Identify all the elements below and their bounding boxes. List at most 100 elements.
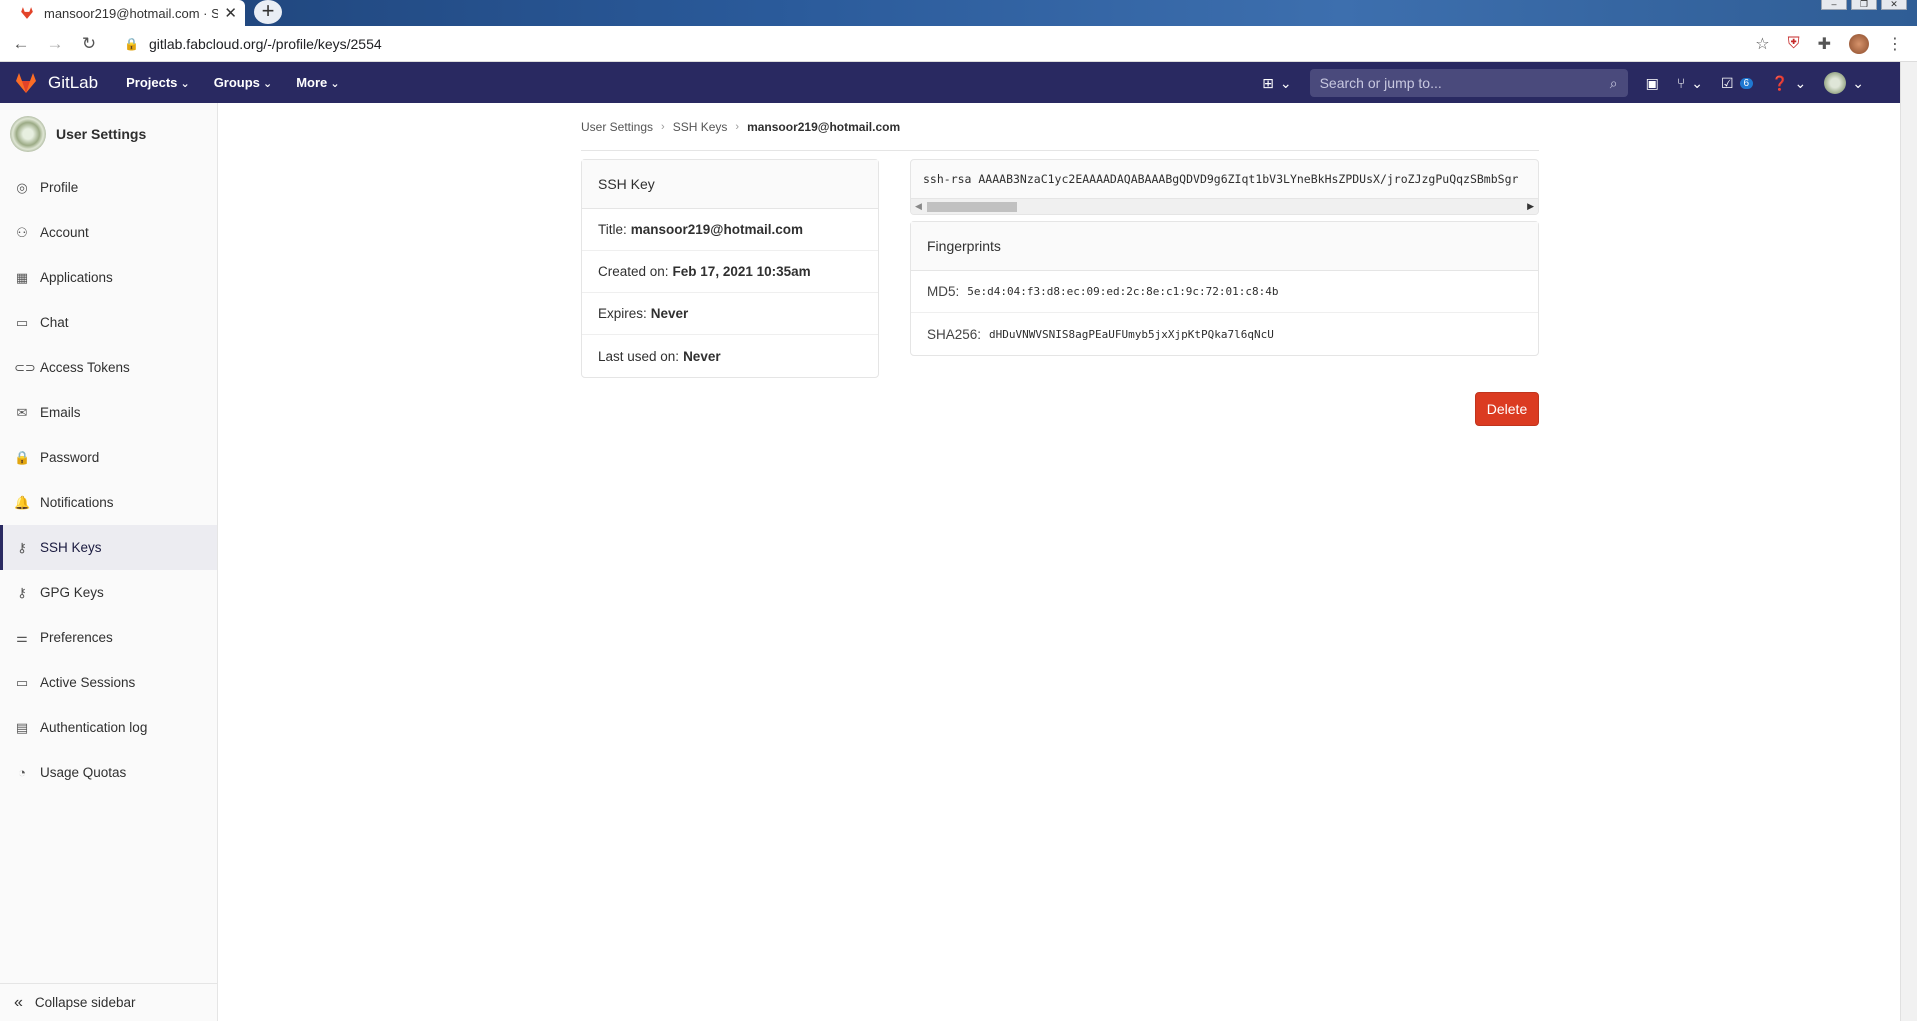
last-used-value: Never — [683, 348, 721, 364]
new-tab-button[interactable]: + — [254, 0, 282, 24]
profile-icon: ◎ — [16, 179, 28, 195]
help-dropdown[interactable]: ❓ ⌄ — [1771, 75, 1806, 92]
tab-title: mansoor219@hotmail.com · SSH — [44, 5, 219, 21]
groups-menu[interactable]: Groups — [214, 75, 273, 90]
sidebar-item-authentication-log[interactable]: ▤ Authentication log — [0, 705, 217, 750]
sidebar-item-chat[interactable]: ▭ Chat — [0, 300, 217, 345]
issues-icon[interactable]: ▣ — [1646, 75, 1659, 92]
sidebar-item-emails[interactable]: ✉ Emails — [0, 390, 217, 435]
projects-menu[interactable]: Projects — [126, 75, 190, 90]
lock-icon: 🔒 — [14, 449, 31, 465]
more-menu[interactable]: More — [296, 75, 339, 90]
tab-close-icon[interactable]: ✕ — [224, 4, 237, 22]
key-icon: ⚷ — [17, 539, 27, 555]
sidebar-item-label: Notifications — [40, 495, 114, 510]
sidebar-item-preferences[interactable]: ⚌ Preferences — [0, 615, 217, 660]
sidebar-item-label: Chat — [40, 315, 69, 330]
scrollbar-thumb[interactable] — [927, 202, 1017, 212]
sidebar-item-label: Access Tokens — [40, 360, 130, 375]
maximize-button[interactable]: ❐ — [1851, 0, 1877, 10]
bell-icon: 🔔 — [14, 494, 31, 510]
chevron-down-icon: ⌄ — [1279, 74, 1292, 91]
expires-label: Expires: — [598, 306, 647, 321]
sidebar-item-label: GPG Keys — [40, 585, 104, 600]
plus-square-icon: ⊞ — [1262, 74, 1274, 91]
md5-value: 5e:d4:04:f3:d8:ec:09:ed:2c:8e:c1:9c:72:0… — [967, 285, 1279, 298]
sidebar-item-label: Active Sessions — [40, 675, 136, 690]
created-label: Created on: — [598, 264, 669, 279]
sidebar-item-usage-quotas[interactable]: ◔ Usage Quotas — [0, 750, 217, 795]
delete-button[interactable]: Delete — [1475, 392, 1539, 426]
sidebar-item-applications[interactable]: ▦ Applications — [0, 255, 217, 300]
sidebar-item-gpg-keys[interactable]: ⚷ GPG Keys — [0, 570, 217, 615]
expires-row: Expires: Never — [582, 293, 878, 335]
todos-badge: 6 — [1739, 77, 1754, 89]
preferences-icon: ⚌ — [16, 629, 28, 645]
scroll-left-arrow-icon[interactable]: ◀ — [915, 201, 922, 212]
monitor-icon: ▭ — [15, 674, 29, 690]
close-window-button[interactable]: ✕ — [1881, 0, 1907, 10]
forward-arrow-icon[interactable]: → — [42, 34, 68, 54]
shield-extension-icon[interactable]: ⛨ — [1788, 35, 1800, 53]
gitlab-top-navbar: GitLab Projects Groups More ⊞⌄ Search or… — [0, 62, 1900, 103]
title-value: mansoor219@hotmail.com — [630, 222, 803, 237]
ssh-key-details-card: SSH Key Title: mansoor219@hotmail.com Cr… — [581, 159, 879, 378]
sidebar-item-password[interactable]: 🔒 Password — [0, 435, 217, 480]
merge-requests-dropdown[interactable]: ⑂ ⌄ — [1677, 75, 1703, 92]
md5-row: MD5: 5e:d4:04:f3:d8:ec:09:ed:2c:8e:c1:9c… — [911, 271, 1538, 313]
url-field[interactable]: 🔒 gitlab.fabcloud.org/-/profile/keys/255… — [124, 36, 382, 52]
navbar-right: ⊞ ⌄ Search or jump to... ⌕ ▣ ⑂ ⌄ ☑ 6 ❓ ⌄ ⌄ — [1262, 69, 1864, 97]
sidebar-item-label: Account — [40, 225, 89, 240]
title-label: Title: — [598, 222, 627, 237]
sidebar-item-label: Password — [40, 450, 100, 465]
page-scrollbar[interactable] — [1900, 62, 1917, 1021]
new-item-dropdown[interactable]: ⊞ ⌄ — [1262, 75, 1291, 92]
key-title-row: Title: mansoor219@hotmail.com — [582, 209, 878, 251]
breadcrumb: User Settings › SSH Keys › mansoor219@ho… — [581, 103, 1539, 151]
sidebar-item-profile[interactable]: ◎ Profile — [0, 165, 217, 210]
sidebar-item-active-sessions[interactable]: ▭ Active Sessions — [0, 660, 217, 705]
extensions-puzzle-icon[interactable]: ✚ — [1818, 34, 1831, 54]
double-chevron-left-icon: « — [14, 993, 23, 1011]
sidebar-item-label: Profile — [40, 180, 79, 195]
quota-icon: ◔ — [18, 765, 26, 780]
sidebar-item-label: Authentication log — [40, 720, 148, 735]
search-icon: ⌕ — [1609, 74, 1618, 91]
minimize-button[interactable]: – — [1821, 0, 1847, 10]
top-menu: Projects Groups More — [126, 75, 339, 90]
sidebar-item-ssh-keys[interactable]: ⚷ SSH Keys — [0, 525, 217, 570]
gitlab-logo[interactable]: GitLab — [14, 72, 98, 94]
card-header: Fingerprints — [911, 222, 1538, 271]
sha256-value: dHDuVNWVSNIS8agPEaUFUmyb5jxXjpKtPQka7l6q… — [989, 327, 1274, 341]
address-bar-row: ← → ↻ 🔒 gitlab.fabcloud.org/-/profile/ke… — [0, 26, 1917, 62]
horizontal-scrollbar[interactable]: ◀ ▶ — [911, 198, 1538, 214]
star-icon[interactable]: ☆ — [1755, 34, 1769, 54]
collapse-sidebar-button[interactable]: « Collapse sidebar — [0, 983, 218, 1021]
sidebar-item-label: SSH Keys — [40, 540, 102, 555]
sidebar-item-account[interactable]: ⚇ Account — [0, 210, 217, 255]
kebab-menu-icon[interactable]: ⋮ — [1887, 34, 1903, 54]
window-controls: – ❐ ✕ — [1821, 0, 1907, 10]
brand-name: GitLab — [48, 72, 99, 92]
reload-icon[interactable]: ↻ — [76, 34, 102, 54]
public-key-box[interactable]: ssh-rsa AAAAB3NzaC1yc2EAAAADAQABAAABgQDV… — [910, 159, 1539, 215]
sidebar-item-notifications[interactable]: 🔔 Notifications — [0, 480, 217, 525]
todos-button[interactable]: ☑ 6 — [1721, 75, 1754, 92]
breadcrumb-ssh-keys[interactable]: SSH Keys — [673, 120, 728, 134]
card-header: SSH Key — [582, 160, 878, 209]
md5-label: MD5: — [927, 284, 960, 299]
created-row: Created on: Feb 17, 2021 10:35am — [582, 251, 878, 293]
help-icon: ❓ — [1771, 74, 1789, 91]
scroll-right-arrow-icon[interactable]: ▶ — [1527, 201, 1534, 212]
sidebar-header[interactable]: User Settings — [0, 103, 217, 165]
breadcrumb-current[interactable]: mansoor219@hotmail.com — [747, 120, 900, 134]
back-arrow-icon[interactable]: ← — [8, 34, 34, 54]
sidebar-item-access-tokens[interactable]: ⊂⊃ Access Tokens — [0, 345, 217, 390]
search-input[interactable]: Search or jump to... ⌕ — [1309, 69, 1628, 97]
browser-tab[interactable]: mansoor219@hotmail.com · SSH ✕ — [0, 0, 245, 26]
gitlab-tanuki-icon — [16, 72, 36, 93]
chevron-right-icon: › — [661, 120, 665, 133]
breadcrumb-user-settings[interactable]: User Settings — [581, 120, 653, 134]
browser-profile-avatar[interactable] — [1849, 34, 1869, 54]
user-menu-dropdown[interactable]: ⌄ — [1824, 72, 1864, 94]
